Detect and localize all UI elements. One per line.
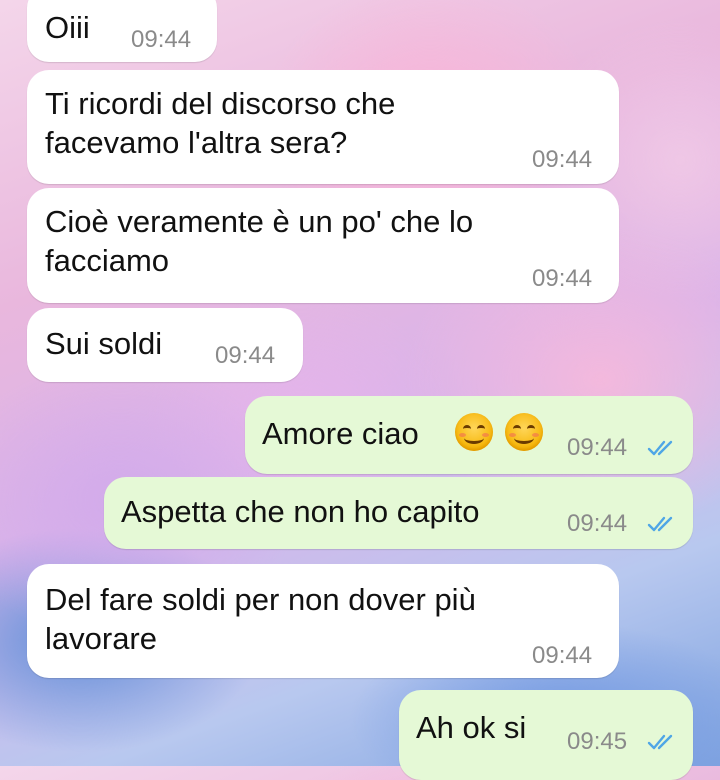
message-text: Ti ricordi del discorso che facevamo l'a… [45, 86, 396, 160]
message-timestamp: 09:45 [567, 728, 628, 755]
message-text: Aspetta che non ho capito [121, 494, 480, 529]
message-timestamp: 09:44 [532, 265, 593, 292]
message-bubble-incoming[interactable]: Oiii 09:44 [27, 0, 217, 62]
message-bubble-incoming[interactable]: Cioè veramente è un po' che lo facciamo … [27, 188, 619, 303]
message-text: Oiii [45, 10, 90, 45]
smiling-face-icon [505, 413, 543, 451]
read-receipt-icon [647, 734, 673, 750]
message-bubble-outgoing[interactable]: Amore ciao 09:44 [245, 396, 693, 474]
read-receipt-icon [647, 440, 673, 456]
message-bubble-incoming[interactable]: Ti ricordi del discorso che facevamo l'a… [27, 70, 619, 184]
message-timestamp: 09:44 [215, 342, 276, 369]
message-bubble-incoming[interactable]: Del fare soldi per non dover più lavorar… [27, 564, 619, 678]
message-bubble-outgoing[interactable]: Aspetta che non ho capito 09:44 [104, 477, 693, 549]
message-timestamp: 09:44 [567, 510, 628, 537]
message-bubble-incoming[interactable]: Sui soldi 09:44 [27, 308, 303, 382]
read-receipt-icon [647, 516, 673, 532]
message-timestamp: 09:44 [131, 26, 192, 53]
message-text: Cioè veramente è un po' che lo facciamo [45, 204, 474, 278]
message-bubble-outgoing[interactable]: Ah ok si 09:45 [399, 690, 693, 780]
message-text: Del fare soldi per non dover più lavorar… [45, 582, 476, 656]
message-timestamp: 09:44 [532, 146, 593, 173]
smiling-face-icon [455, 413, 493, 451]
message-timestamp: 09:44 [567, 434, 628, 461]
message-text: Sui soldi [45, 326, 163, 361]
chat-screen: { "messages": [ {"direction": "incoming"… [0, 0, 720, 780]
message-text: Amore ciao [262, 416, 419, 451]
message-text: Ah ok si [416, 710, 527, 745]
message-timestamp: 09:44 [532, 642, 593, 669]
